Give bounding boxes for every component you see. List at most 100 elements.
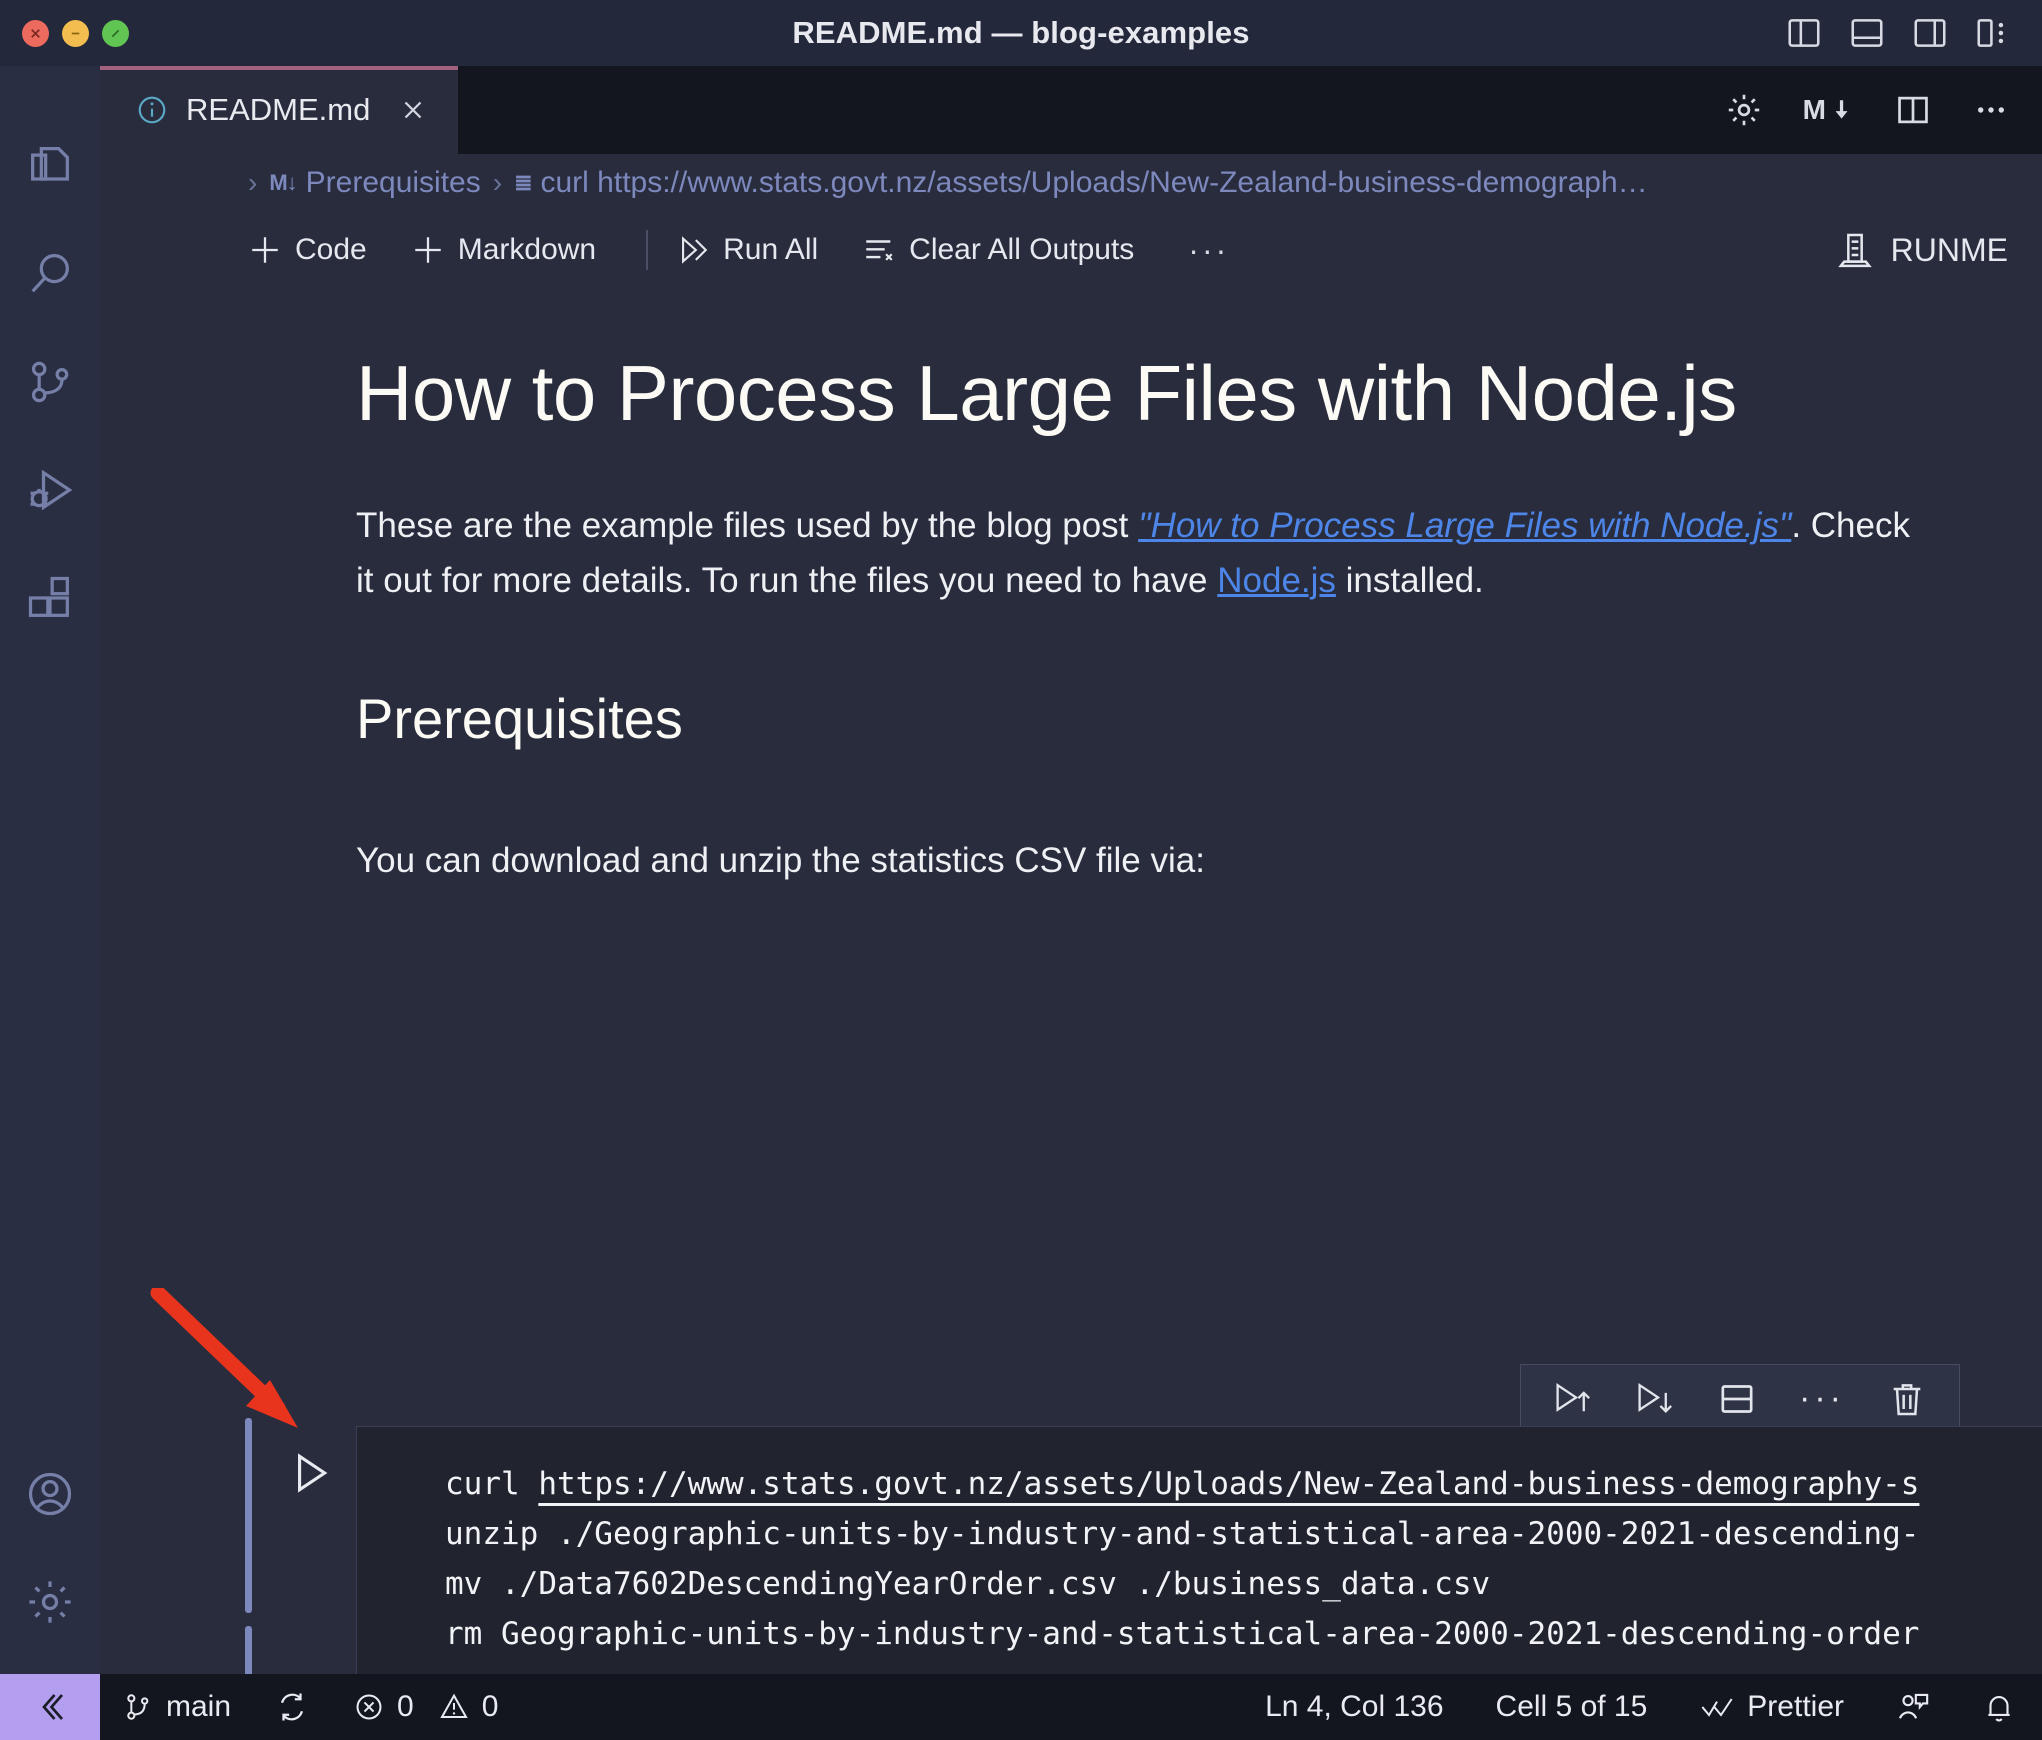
tab-bar: README.md M	[100, 66, 2042, 154]
page-title: How to Process Large Files with Node.js	[356, 349, 1737, 437]
status-branch-label: main	[166, 1690, 232, 1723]
run-all-label: Run All	[723, 233, 819, 266]
split-editor-icon[interactable]	[1894, 91, 1932, 129]
status-cell-position[interactable]: Cell 5 of 15	[1470, 1690, 1674, 1724]
activity-bar	[0, 66, 100, 1674]
kernel-icon	[1835, 230, 1875, 270]
source-control-icon	[127, 1694, 149, 1720]
run-all-button[interactable]: Run All	[676, 233, 842, 267]
sidebar-item-run-and-debug[interactable]	[0, 436, 100, 544]
status-formatter-label: Prettier	[1747, 1690, 1844, 1723]
error-icon	[356, 1694, 382, 1720]
info-icon	[136, 94, 168, 126]
clear-all-outputs-button[interactable]: Clear All Outputs	[862, 233, 1158, 267]
add-markdown-cell-button[interactable]: Markdown	[411, 233, 620, 267]
close-tab-icon[interactable]	[398, 95, 428, 125]
plus-icon	[248, 233, 282, 267]
breadcrumb-label: Prerequisites	[305, 166, 481, 199]
add-code-cell-button[interactable]: Code	[248, 233, 391, 267]
remote-window-button[interactable]	[0, 1674, 100, 1740]
run-all-icon	[676, 233, 710, 267]
status-warning-count: 0	[481, 1690, 499, 1723]
status-problems[interactable]: 0 0	[331, 1690, 520, 1724]
cell-more-actions-ellipsis-icon[interactable]: ···	[1799, 1382, 1845, 1415]
kernel-picker-button[interactable]: RUNME	[1835, 230, 2042, 270]
kernel-label: RUNME	[1890, 231, 2008, 268]
activity-bar-bottom	[0, 1440, 100, 1674]
list-icon: ≣	[514, 170, 532, 195]
workbench-body: README.md M › M↓ Prerequisites › ≣ curl …	[0, 66, 2042, 1674]
maximize-window-button[interactable]	[102, 19, 129, 47]
section-heading-prerequisites: Prerequisites	[356, 686, 683, 750]
breadcrumb-item-prerequisites[interactable]: M↓ Prerequisites	[269, 166, 480, 200]
customize-layout-icon[interactable]	[1974, 14, 2012, 52]
sidebar-item-explorer[interactable]	[0, 112, 100, 220]
open-markdown-preview-icon[interactable]: M	[1803, 94, 1854, 126]
sidebar-item-search[interactable]	[0, 220, 100, 328]
status-notifications[interactable]	[1956, 1690, 2042, 1724]
toolbar-divider	[646, 230, 649, 270]
notebook-canvas: How to Process Large Files with Node.js …	[100, 288, 2042, 1674]
clear-all-outputs-label: Clear All Outputs	[909, 233, 1135, 266]
breadcrumb-label: curl https://www.stats.govt.nz/assets/Up…	[540, 166, 1648, 199]
code-cell[interactable]: ··· curl https://www.stats.govt.nz/asset…	[356, 1364, 2042, 1674]
blog-post-link[interactable]: "How to Process Large Files with Node.js…	[1138, 506, 1791, 545]
code-line-2: unzip ./Geographic-units-by-industry-and…	[445, 1516, 1920, 1552]
status-sync[interactable]	[253, 1690, 331, 1724]
run-below-icon[interactable]	[1635, 1379, 1675, 1419]
delete-cell-trash-icon[interactable]	[1887, 1379, 1927, 1419]
cell-hover-toolbar: ···	[1520, 1364, 1960, 1434]
editor-title-actions: M	[1725, 66, 2042, 154]
status-formatter[interactable]: Prettier	[1673, 1690, 1870, 1724]
vscode-window: README.md — blog-examples README.md M › …	[0, 0, 2042, 1740]
title-bar: README.md — blog-examples	[0, 0, 2042, 66]
notebook-toolbar: Code Markdown Run All Clear All Outputs …	[100, 212, 2042, 288]
plus-icon	[411, 233, 445, 267]
tab-label: README.md	[186, 92, 371, 127]
breadcrumb: › M↓ Prerequisites › ≣ curl https://www.…	[100, 154, 2042, 212]
breadcrumb-separator: ›	[248, 167, 258, 198]
notebook-settings-gear-icon[interactable]	[1725, 91, 1763, 129]
accounts-icon[interactable]	[0, 1440, 100, 1548]
split-cell-icon[interactable]	[1717, 1379, 1757, 1419]
breadcrumb-separator: ›	[492, 167, 503, 198]
intro-paragraph: These are the example files used by the …	[356, 499, 1922, 608]
toggle-secondary-sidebar-icon[interactable]	[1911, 14, 1949, 52]
markdown-icon: M↓	[269, 170, 297, 195]
run-cell-button[interactable]	[285, 1448, 335, 1498]
code-editor[interactable]: curl https://www.stats.govt.nz/assets/Up…	[356, 1426, 2042, 1674]
minimize-window-button[interactable]	[62, 19, 89, 47]
layout-controls	[1785, 14, 2042, 52]
editor-group: README.md M › M↓ Prerequisites › ≣ curl …	[100, 66, 2042, 1674]
nodejs-link[interactable]: Node.js	[1217, 561, 1336, 600]
more-actions-ellipsis-icon[interactable]	[1972, 91, 2010, 129]
toggle-primary-sidebar-icon[interactable]	[1785, 14, 1823, 52]
sidebar-item-source-control[interactable]	[0, 328, 100, 436]
toggle-panel-icon[interactable]	[1848, 14, 1886, 52]
check-all-icon	[1701, 1698, 1733, 1717]
status-error-count: 0	[397, 1690, 414, 1723]
feedback-icon	[1898, 1693, 1929, 1719]
markdown-cell[interactable]: How to Process Large Files with Node.js …	[100, 288, 2042, 881]
status-cursor-position[interactable]: Ln 4, Col 136	[1239, 1690, 1469, 1724]
cell-output-focus-indicator	[245, 1626, 252, 1674]
sidebar-item-extensions[interactable]	[0, 544, 100, 652]
close-window-button[interactable]	[22, 19, 49, 47]
status-bar: main 0 0 Ln 4, Col 136 Cell 5 of 15 Pret…	[0, 1674, 2042, 1740]
warning-icon	[440, 1693, 468, 1718]
add-code-cell-label: Code	[295, 233, 367, 266]
remote-window-icon	[42, 1694, 64, 1720]
tab-readme-md[interactable]: README.md	[100, 66, 459, 154]
breadcrumb-item-cell[interactable]: ≣ curl https://www.stats.govt.nz/assets/…	[514, 166, 1648, 200]
sync-icon	[281, 1693, 304, 1721]
status-feedback[interactable]	[1870, 1690, 1956, 1724]
manage-gear-icon[interactable]	[0, 1548, 100, 1656]
status-bar-right: Ln 4, Col 136 Cell 5 of 15 Prettier	[1239, 1690, 2042, 1724]
notebook-more-actions[interactable]: ···	[1178, 232, 1229, 269]
run-above-icon[interactable]	[1553, 1379, 1593, 1419]
code-line-1: curl https://www.stats.govt.nz/assets/Up…	[445, 1466, 1920, 1502]
bell-icon	[1988, 1696, 2010, 1722]
add-markdown-cell-label: Markdown	[457, 233, 597, 266]
status-branch[interactable]: main	[100, 1690, 253, 1724]
prerequisites-paragraph: You can download and unzip the statistic…	[356, 840, 1205, 880]
